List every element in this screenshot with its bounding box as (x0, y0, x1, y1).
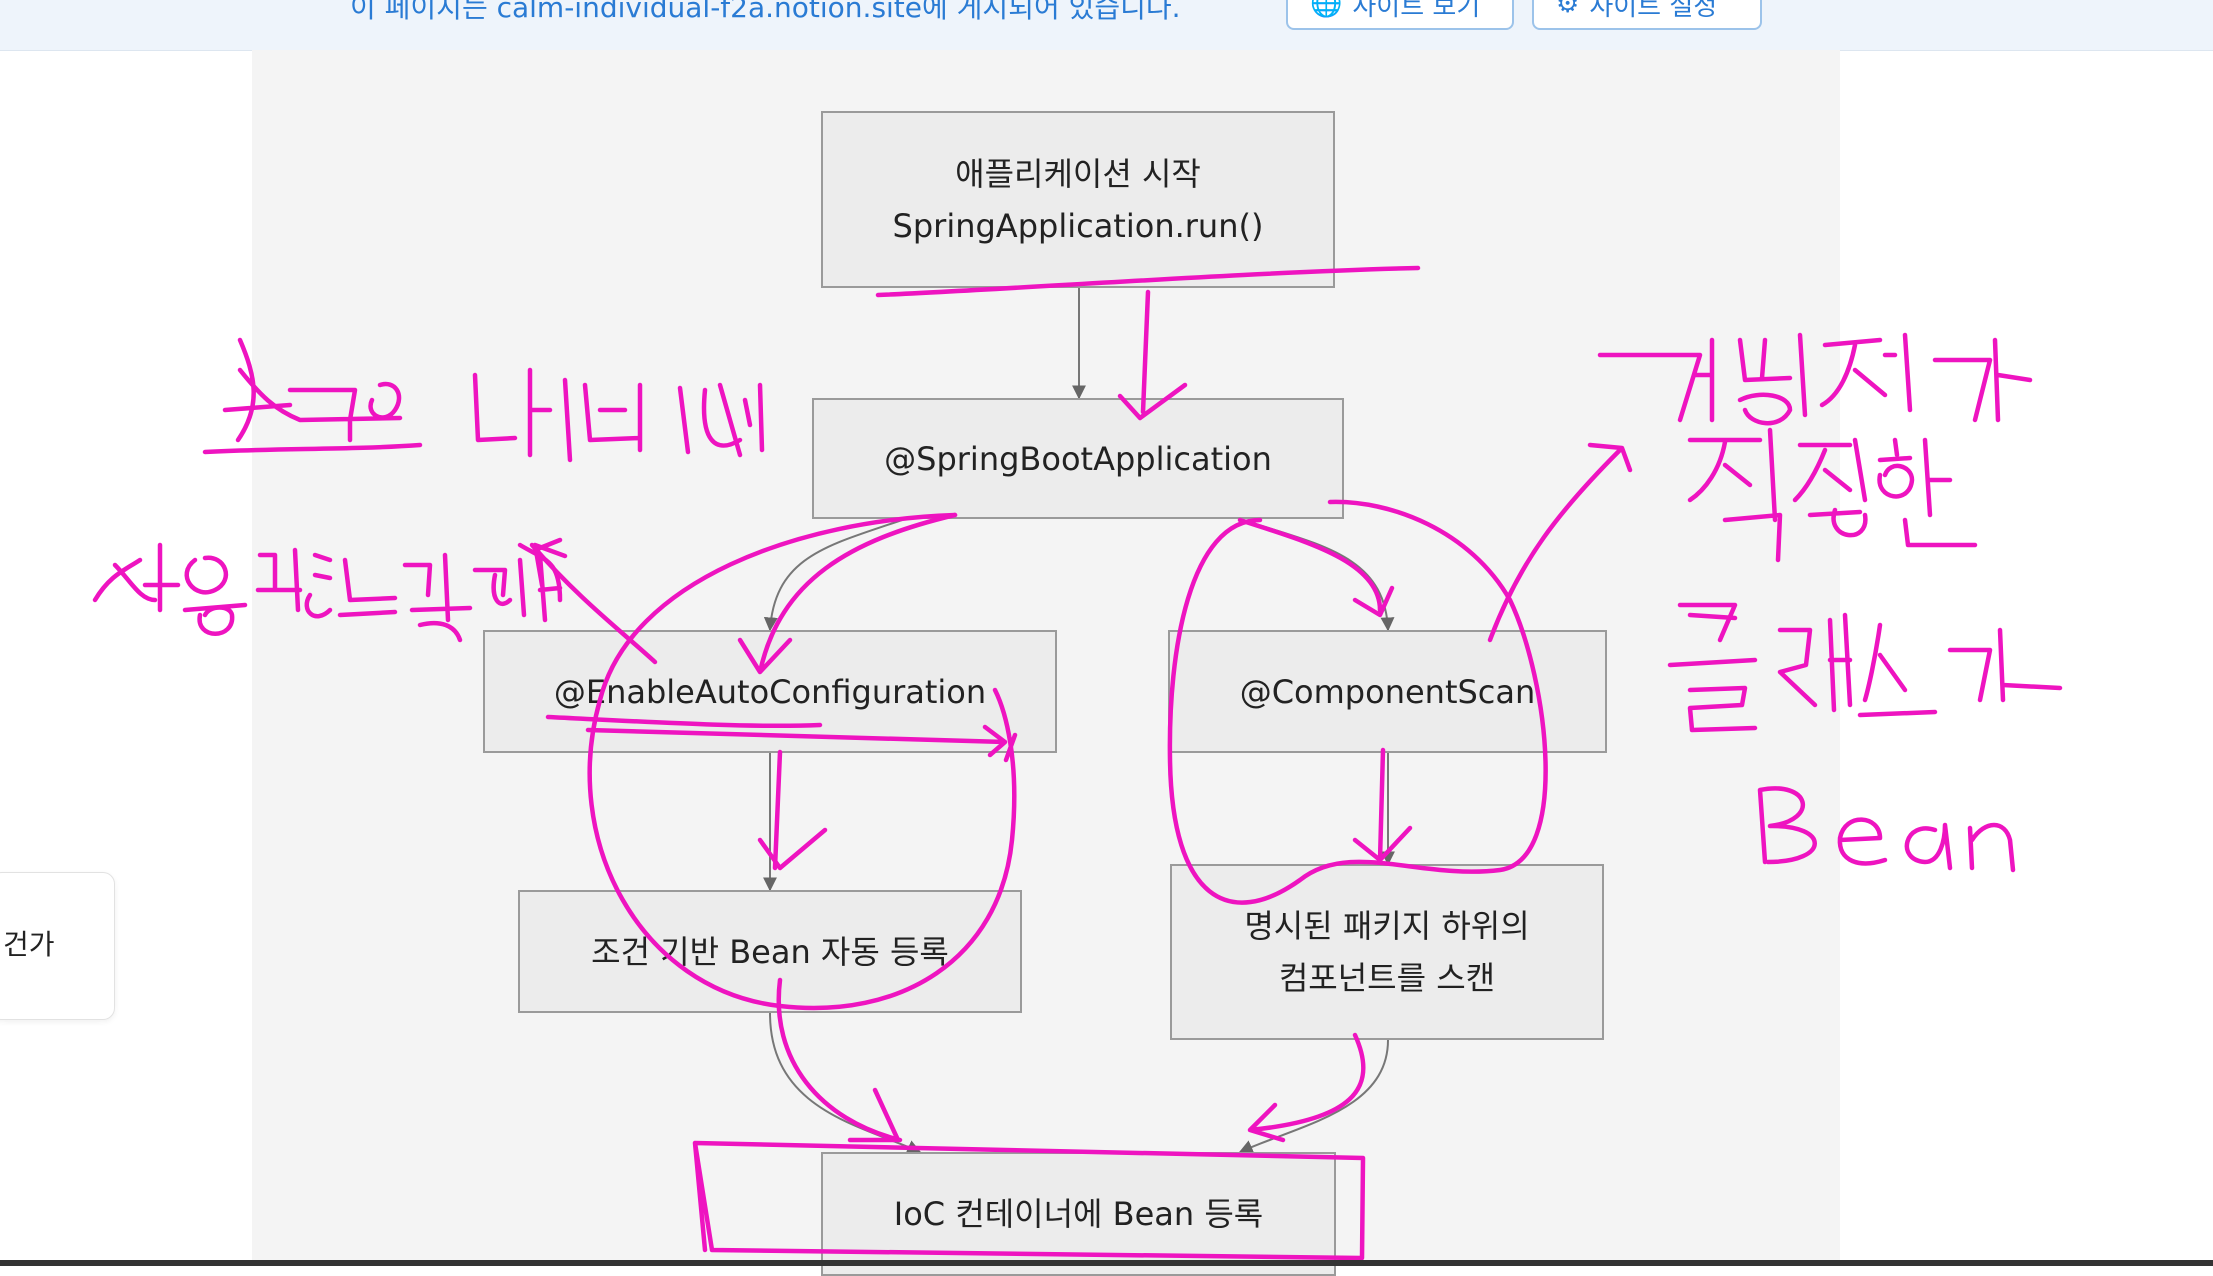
node-enableautoconfiguration-label: @EnableAutoConfiguration (553, 672, 987, 711)
edge-conditional-to-ioc (769, 1012, 922, 1154)
side-card-text: 건가 (3, 928, 55, 961)
node-ioc-container-label: IoC 컨테이너에 Bean 등록 (893, 1195, 1264, 1233)
node-package-scan: 명시된 패키지 하위의 컴포넌트를 스캔 (1170, 864, 1604, 1040)
edge-scan-to-ioc (1238, 1039, 1389, 1154)
node-conditional-bean-registration: 조건 기반 Bean 자동 등록 (518, 890, 1022, 1013)
node-package-scan-line2: 컴포넌트를 스캔 (1278, 959, 1496, 997)
edge-springboot-to-componentscan (1239, 518, 1395, 632)
node-app-start: 애플리케이션 시작 SpringApplication.run() (821, 111, 1335, 288)
bottom-edge-bar (0, 1260, 2213, 1266)
node-package-scan-line1: 명시된 패키지 하위의 (1244, 907, 1530, 945)
node-ioc-container: IoC 컨테이너에 Bean 등록 (821, 1152, 1336, 1276)
node-enableautoconfiguration: @EnableAutoConfiguration (483, 630, 1057, 753)
side-card[interactable]: 건가 (0, 872, 115, 1020)
node-springbootapplication: @SpringBootApplication (812, 398, 1344, 519)
edge-springboot-to-enableauto (763, 518, 906, 632)
node-springbootapplication-label: @SpringBootApplication (884, 439, 1272, 478)
node-app-start-line1: 애플리케이션 시작 (955, 154, 1201, 193)
node-conditional-bean-registration-label: 조건 기반 Bean 자동 등록 (591, 932, 949, 971)
node-componentscan-label: @ComponentScan (1239, 672, 1536, 711)
node-app-start-line2: SpringApplication.run() (892, 206, 1264, 245)
node-componentscan: @ComponentScan (1168, 630, 1607, 753)
